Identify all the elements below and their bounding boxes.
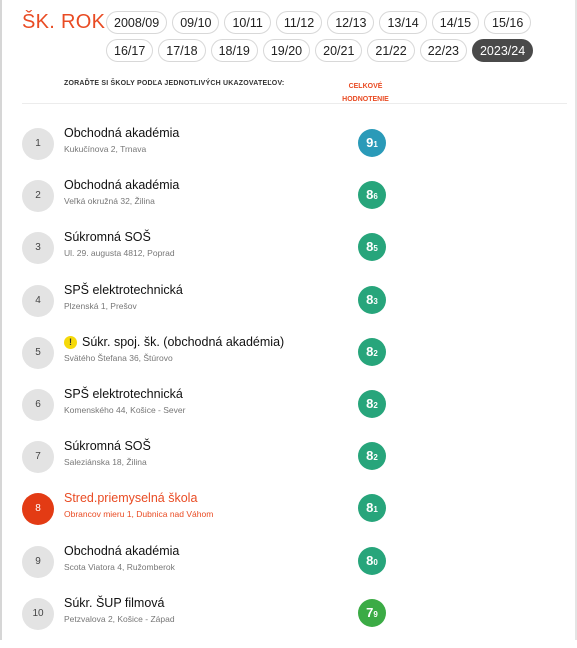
total-score-badge: 83 bbox=[358, 285, 386, 314]
total-score-header-line-1: CELKOVÉ bbox=[348, 83, 383, 90]
school-name[interactable]: Obchodná akadémia bbox=[64, 544, 179, 558]
score-decimal: 6 bbox=[373, 192, 378, 202]
school-name[interactable]: SPŠ elektrotechnická bbox=[64, 387, 183, 401]
school-name[interactable]: Obchodná akadémia bbox=[64, 126, 179, 140]
rank-badge: 4 bbox=[22, 284, 54, 317]
year-chip-22-23[interactable]: 22/23 bbox=[419, 39, 467, 62]
school-address: Obrancov mieru 1, Dubnica nad Váhom bbox=[64, 509, 214, 520]
total-score-badge: 80 bbox=[358, 546, 386, 575]
score-decimal: 2 bbox=[373, 348, 378, 358]
header-divider bbox=[22, 103, 567, 104]
year-chip-21-22[interactable]: 21/22 bbox=[367, 39, 415, 62]
school-row[interactable]: 3 Súkromná SOŠ Ul. 29. augusta 4812, Popra… bbox=[22, 230, 562, 282]
school-address: Scota Viatora 4, Ružomberok bbox=[64, 561, 175, 572]
year-chip-2008-09[interactable]: 2008/09 bbox=[106, 11, 168, 34]
total-score-header-line-2: HODNOTENIE bbox=[342, 96, 389, 103]
total-score-badge: 82 bbox=[358, 390, 386, 418]
left-border bbox=[0, 0, 2, 640]
year-chip-14-15[interactable]: 14/15 bbox=[431, 11, 480, 34]
rank-badge: 5 bbox=[22, 336, 54, 369]
school-address: Veľká okružná 32, Žilina bbox=[64, 196, 155, 207]
school-row[interactable]: 9 Obchodná akadémia Scota Viatora 4, Ružom… bbox=[22, 544, 562, 596]
school-name[interactable]: Stred.priemyselná škola bbox=[64, 491, 197, 505]
score-decimal: 2 bbox=[373, 401, 378, 410]
score-decimal: 0 bbox=[373, 557, 378, 567]
school-address: Kukučínova 2, Trnava bbox=[64, 144, 147, 154]
school-address: Plzenská 1, Prešov bbox=[64, 300, 137, 311]
rank-badge: 7 bbox=[22, 441, 54, 474]
school-year-selector: 2008/09 09/10 10/11 11/12 12/13 13/14 14/15 15/… bbox=[106, 11, 546, 62]
score-decimal: 9 bbox=[373, 609, 378, 619]
school-name-text: Súkromná SOŠ bbox=[64, 230, 151, 245]
total-score-badge: 82 bbox=[358, 442, 386, 471]
school-row[interactable]: 7 Súkromná SOŠ Saleziánska 18, Žilina 82 bbox=[22, 439, 562, 491]
school-name-text: SPŠ elektrotechnická bbox=[64, 282, 183, 297]
school-name[interactable]: ! Súkr. spoj. šk. (obchodná akadémia) bbox=[64, 335, 284, 349]
school-name-text: Stred.priemyselná škola bbox=[64, 491, 198, 506]
school-name-text: Obchodná akadémia bbox=[64, 178, 180, 193]
total-score-badge: 85 bbox=[358, 233, 386, 262]
total-score-badge: 81 bbox=[358, 494, 386, 523]
school-name[interactable]: Obchodná akadémia bbox=[64, 178, 179, 192]
rank-badge: 9 bbox=[22, 545, 54, 578]
total-score-badge: 82 bbox=[358, 337, 386, 366]
year-chip-17-18[interactable]: 17/18 bbox=[158, 39, 206, 62]
year-chip-19-20[interactable]: 19/20 bbox=[262, 39, 311, 62]
school-year-title: ŠK. ROK bbox=[22, 11, 106, 33]
school-row[interactable]: 4 SPŠ elektrotechnická Plzenská 1, Prešov 8… bbox=[22, 283, 562, 335]
total-score-badge: 86 bbox=[358, 181, 386, 210]
school-row[interactable]: 6 SPŠ elektrotechnická Komenského 44, Koši… bbox=[22, 387, 562, 439]
school-row[interactable]: 5! Súkr. spoj. šk. (obchodná akadémia) Svä… bbox=[22, 335, 562, 387]
school-row[interactable]: 1 Obchodná akadémia Kukučínova 2, Trnava 91 bbox=[22, 126, 562, 178]
year-chip-15-16[interactable]: 15/16 bbox=[484, 11, 532, 34]
rank-badge: 2 bbox=[22, 180, 54, 213]
warning-icon[interactable]: ! bbox=[64, 335, 77, 349]
year-chip-18-19[interactable]: 18/19 bbox=[210, 39, 258, 62]
school-address: Komenského 44, Košice - Sever bbox=[64, 405, 186, 415]
school-name-text: Obchodná akadémia bbox=[64, 126, 180, 140]
rank-badge: 10 bbox=[22, 597, 54, 630]
rank-badge: 8 bbox=[22, 493, 54, 526]
school-address: Petzvalova 2, Košice - Západ bbox=[64, 613, 175, 624]
school-row[interactable]: 2 Obchodná akadémia Veľká okružná 32, Žili… bbox=[22, 178, 562, 230]
year-chip-20-21[interactable]: 20/21 bbox=[315, 39, 363, 62]
school-name[interactable]: Súkr. ŠUP filmová bbox=[64, 596, 165, 610]
year-chip-11-12[interactable]: 11/12 bbox=[275, 11, 323, 34]
school-name[interactable]: Súkromná SOŠ bbox=[64, 439, 151, 453]
total-score-badge: 91 bbox=[358, 129, 386, 157]
school-name[interactable]: SPŠ elektrotechnická bbox=[64, 283, 183, 297]
school-address: Svätého Štefana 36, Štúrovo bbox=[64, 352, 173, 363]
year-chip-13-14[interactable]: 13/14 bbox=[379, 11, 427, 34]
school-name[interactable]: Súkromná SOŠ bbox=[64, 230, 151, 244]
school-name-text: Súkr. spoj. šk. (obchodná akadémia) bbox=[82, 334, 285, 349]
sort-instructions: ZORAĎTE SI ŠKOLY PODĽA JEDNOTLIVÝCH UKAZ… bbox=[64, 80, 285, 87]
school-name-text: Súkr. ŠUP filmová bbox=[64, 595, 165, 610]
year-chip-2023-24[interactable]: 2023/24 bbox=[471, 39, 534, 62]
score-decimal: 1 bbox=[373, 505, 378, 515]
school-row[interactable]: 8 Stred.priemyselná škola Obrancov mieru 1… bbox=[22, 491, 562, 543]
school-address: Saleziánska 18, Žilina bbox=[64, 457, 147, 468]
score-decimal: 3 bbox=[373, 296, 378, 306]
year-chip-09-10[interactable]: 09/10 bbox=[172, 11, 220, 34]
school-name-text: Obchodná akadémia bbox=[64, 543, 180, 558]
year-chip-16-17[interactable]: 16/17 bbox=[106, 39, 154, 62]
year-chip-12-13[interactable]: 12/13 bbox=[327, 11, 375, 34]
score-decimal: 2 bbox=[373, 453, 378, 463]
school-address: Ul. 29. augusta 4812, Poprad bbox=[64, 248, 175, 259]
school-name-text: Súkromná SOŠ bbox=[64, 439, 151, 454]
total-score-badge: 79 bbox=[358, 598, 386, 627]
year-chip-10-11[interactable]: 10/11 bbox=[224, 11, 271, 34]
score-decimal: 1 bbox=[373, 140, 378, 149]
rank-badge: 1 bbox=[22, 128, 54, 160]
school-name-text: SPŠ elektrotechnická bbox=[64, 387, 183, 401]
score-decimal: 5 bbox=[373, 244, 378, 254]
rank-badge: 3 bbox=[22, 232, 54, 265]
rank-badge: 6 bbox=[22, 389, 54, 421]
